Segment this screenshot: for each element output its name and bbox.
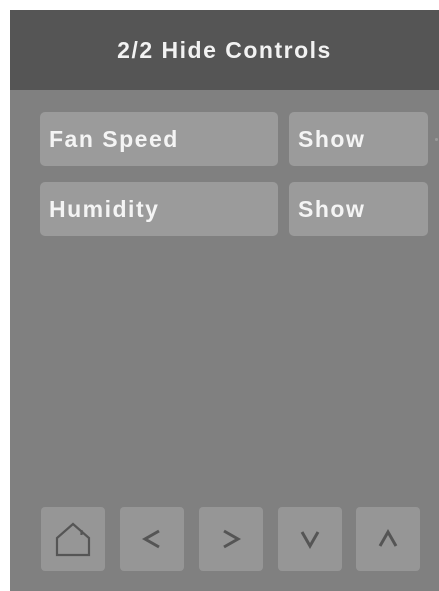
fan-speed-label-button[interactable]: Fan Speed (40, 112, 278, 166)
chevron-left-icon (141, 529, 160, 549)
page-title: 2/2 Hide Controls (117, 36, 332, 63)
chevron-up-icon (378, 528, 398, 547)
fan-speed-show-toggle[interactable]: Show (289, 112, 428, 166)
thermostat-screen: 2/2 Hide Controls Fan Speed Show Humidit… (10, 10, 439, 591)
humidity-show-toggle[interactable]: Show (289, 182, 428, 236)
scroll-indicator (435, 138, 438, 141)
chevron-right-icon (223, 529, 242, 549)
chevron-down-icon (300, 531, 320, 550)
row-value-text: Show (298, 195, 366, 222)
row-label-text: Humidity (49, 195, 160, 222)
previous-button[interactable] (120, 507, 184, 571)
humidity-label-button[interactable]: Humidity (40, 182, 278, 236)
home-button[interactable] (41, 507, 105, 571)
next-button[interactable] (199, 507, 263, 571)
scroll-up-button[interactable] (356, 507, 420, 571)
home-icon (55, 522, 91, 557)
scroll-down-button[interactable] (278, 507, 342, 571)
row-value-text: Show (298, 125, 366, 152)
row-label-text: Fan Speed (49, 125, 179, 152)
header-bar: 2/2 Hide Controls (10, 10, 439, 90)
